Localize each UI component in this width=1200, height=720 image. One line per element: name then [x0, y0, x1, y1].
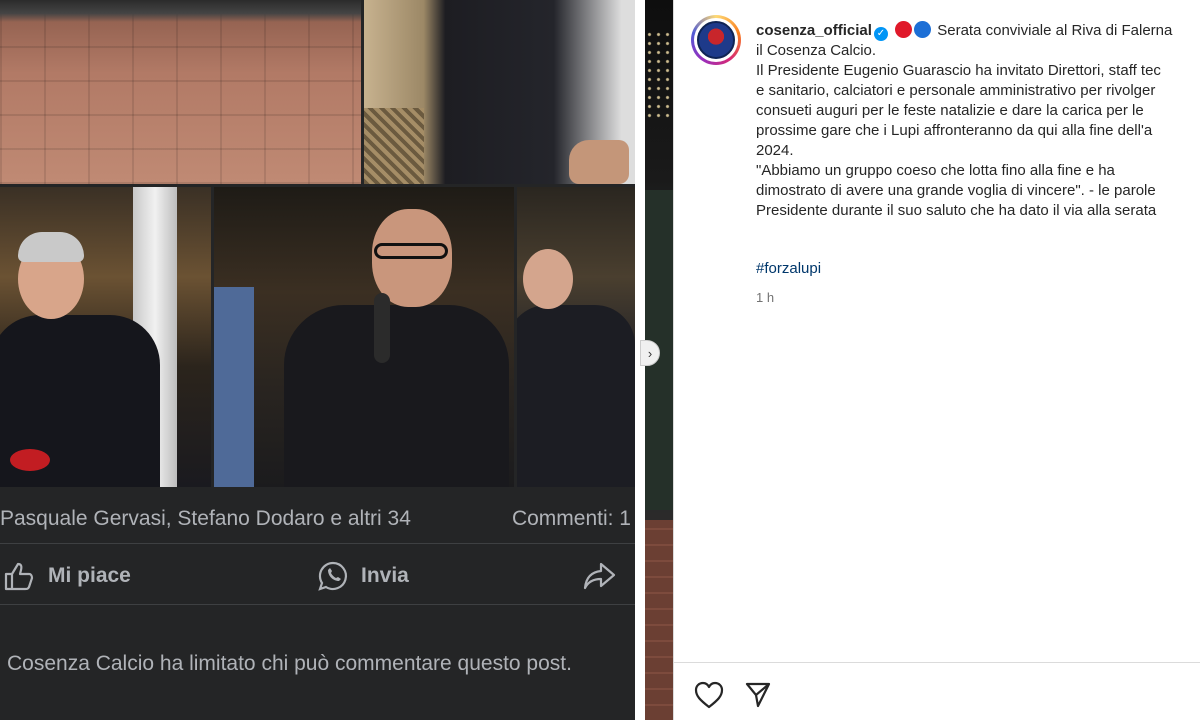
photo-president-speaking[interactable] — [214, 187, 514, 487]
hashtag-link[interactable]: #forzalupi — [756, 260, 821, 277]
post-actions — [694, 679, 792, 711]
send-icon — [745, 682, 771, 708]
caption-line: il Cosenza Calcio. — [756, 42, 877, 59]
red-circle-icon — [895, 21, 913, 38]
club-logo-icon — [697, 21, 735, 59]
comments-count[interactable]: Commenti: 1 — [512, 507, 631, 531]
send-label: Invia — [361, 564, 409, 587]
divider — [0, 604, 635, 605]
divider — [674, 662, 1200, 663]
post-caption: cosenza_official ✓ Serata conviviale al R… — [756, 21, 1200, 221]
reactions-names[interactable]: Pasquale Gervasi, Stefano Dodaro e altri… — [0, 507, 411, 531]
caption-line: consueti auguri per le feste natalizie e… — [756, 102, 1144, 119]
post-timestamp[interactable]: 1 h — [756, 290, 774, 305]
reactions-bar: Pasquale Gervasi, Stefano Dodaro e altri… — [0, 500, 635, 540]
photo-floor[interactable] — [0, 0, 361, 184]
photo-seated-man[interactable] — [517, 187, 635, 487]
actions-bar: Mi piace Invia — [0, 556, 635, 600]
caption-line: prossime gare che i Lupi affronteranno d… — [756, 122, 1153, 139]
like-label: Mi piace — [48, 564, 131, 587]
heart-icon — [694, 681, 724, 709]
like-button[interactable]: Mi piace — [4, 556, 131, 596]
caption-line: "Abbiamo un gruppo coeso che lotta fino … — [756, 162, 1115, 179]
comments-restricted-notice: Cosenza Calcio ha limitato chi può comme… — [0, 648, 635, 682]
thumbs-up-icon — [4, 562, 34, 591]
share-icon — [583, 562, 616, 590]
avatar[interactable] — [691, 15, 741, 65]
caption-line: 2024. — [756, 142, 794, 159]
like-button[interactable] — [694, 681, 724, 709]
instagram-post-panel: cosenza_official ✓ Serata conviviale al R… — [673, 0, 1200, 720]
caption-line: e sanitario, calciatori e personale ammi… — [756, 82, 1156, 99]
caption-line: Presidente durante il suo saluto che ha … — [756, 202, 1157, 219]
divider — [0, 543, 635, 544]
share-button[interactable] — [583, 556, 629, 596]
caption-line: Il Presidente Eugenio Guarascio ha invit… — [756, 62, 1161, 79]
username-link[interactable]: cosenza_official — [756, 22, 872, 39]
send-button[interactable]: Invia — [317, 556, 409, 596]
caption-line: dimostrato di avere una grande voglia di… — [756, 182, 1156, 199]
photo-suit[interactable] — [364, 0, 635, 184]
share-button[interactable] — [744, 681, 772, 709]
facebook-post: Pasquale Gervasi, Stefano Dodaro e altri… — [0, 0, 635, 720]
blue-circle-icon — [914, 21, 932, 38]
restricted-text: Cosenza Calcio ha limitato chi può comme… — [7, 652, 572, 675]
caption-line: Serata conviviale al Riva di Falerna — [937, 22, 1173, 39]
whatsapp-icon — [318, 561, 348, 591]
verified-badge-icon: ✓ — [873, 27, 888, 41]
photo-smiling-man[interactable] — [0, 187, 211, 487]
